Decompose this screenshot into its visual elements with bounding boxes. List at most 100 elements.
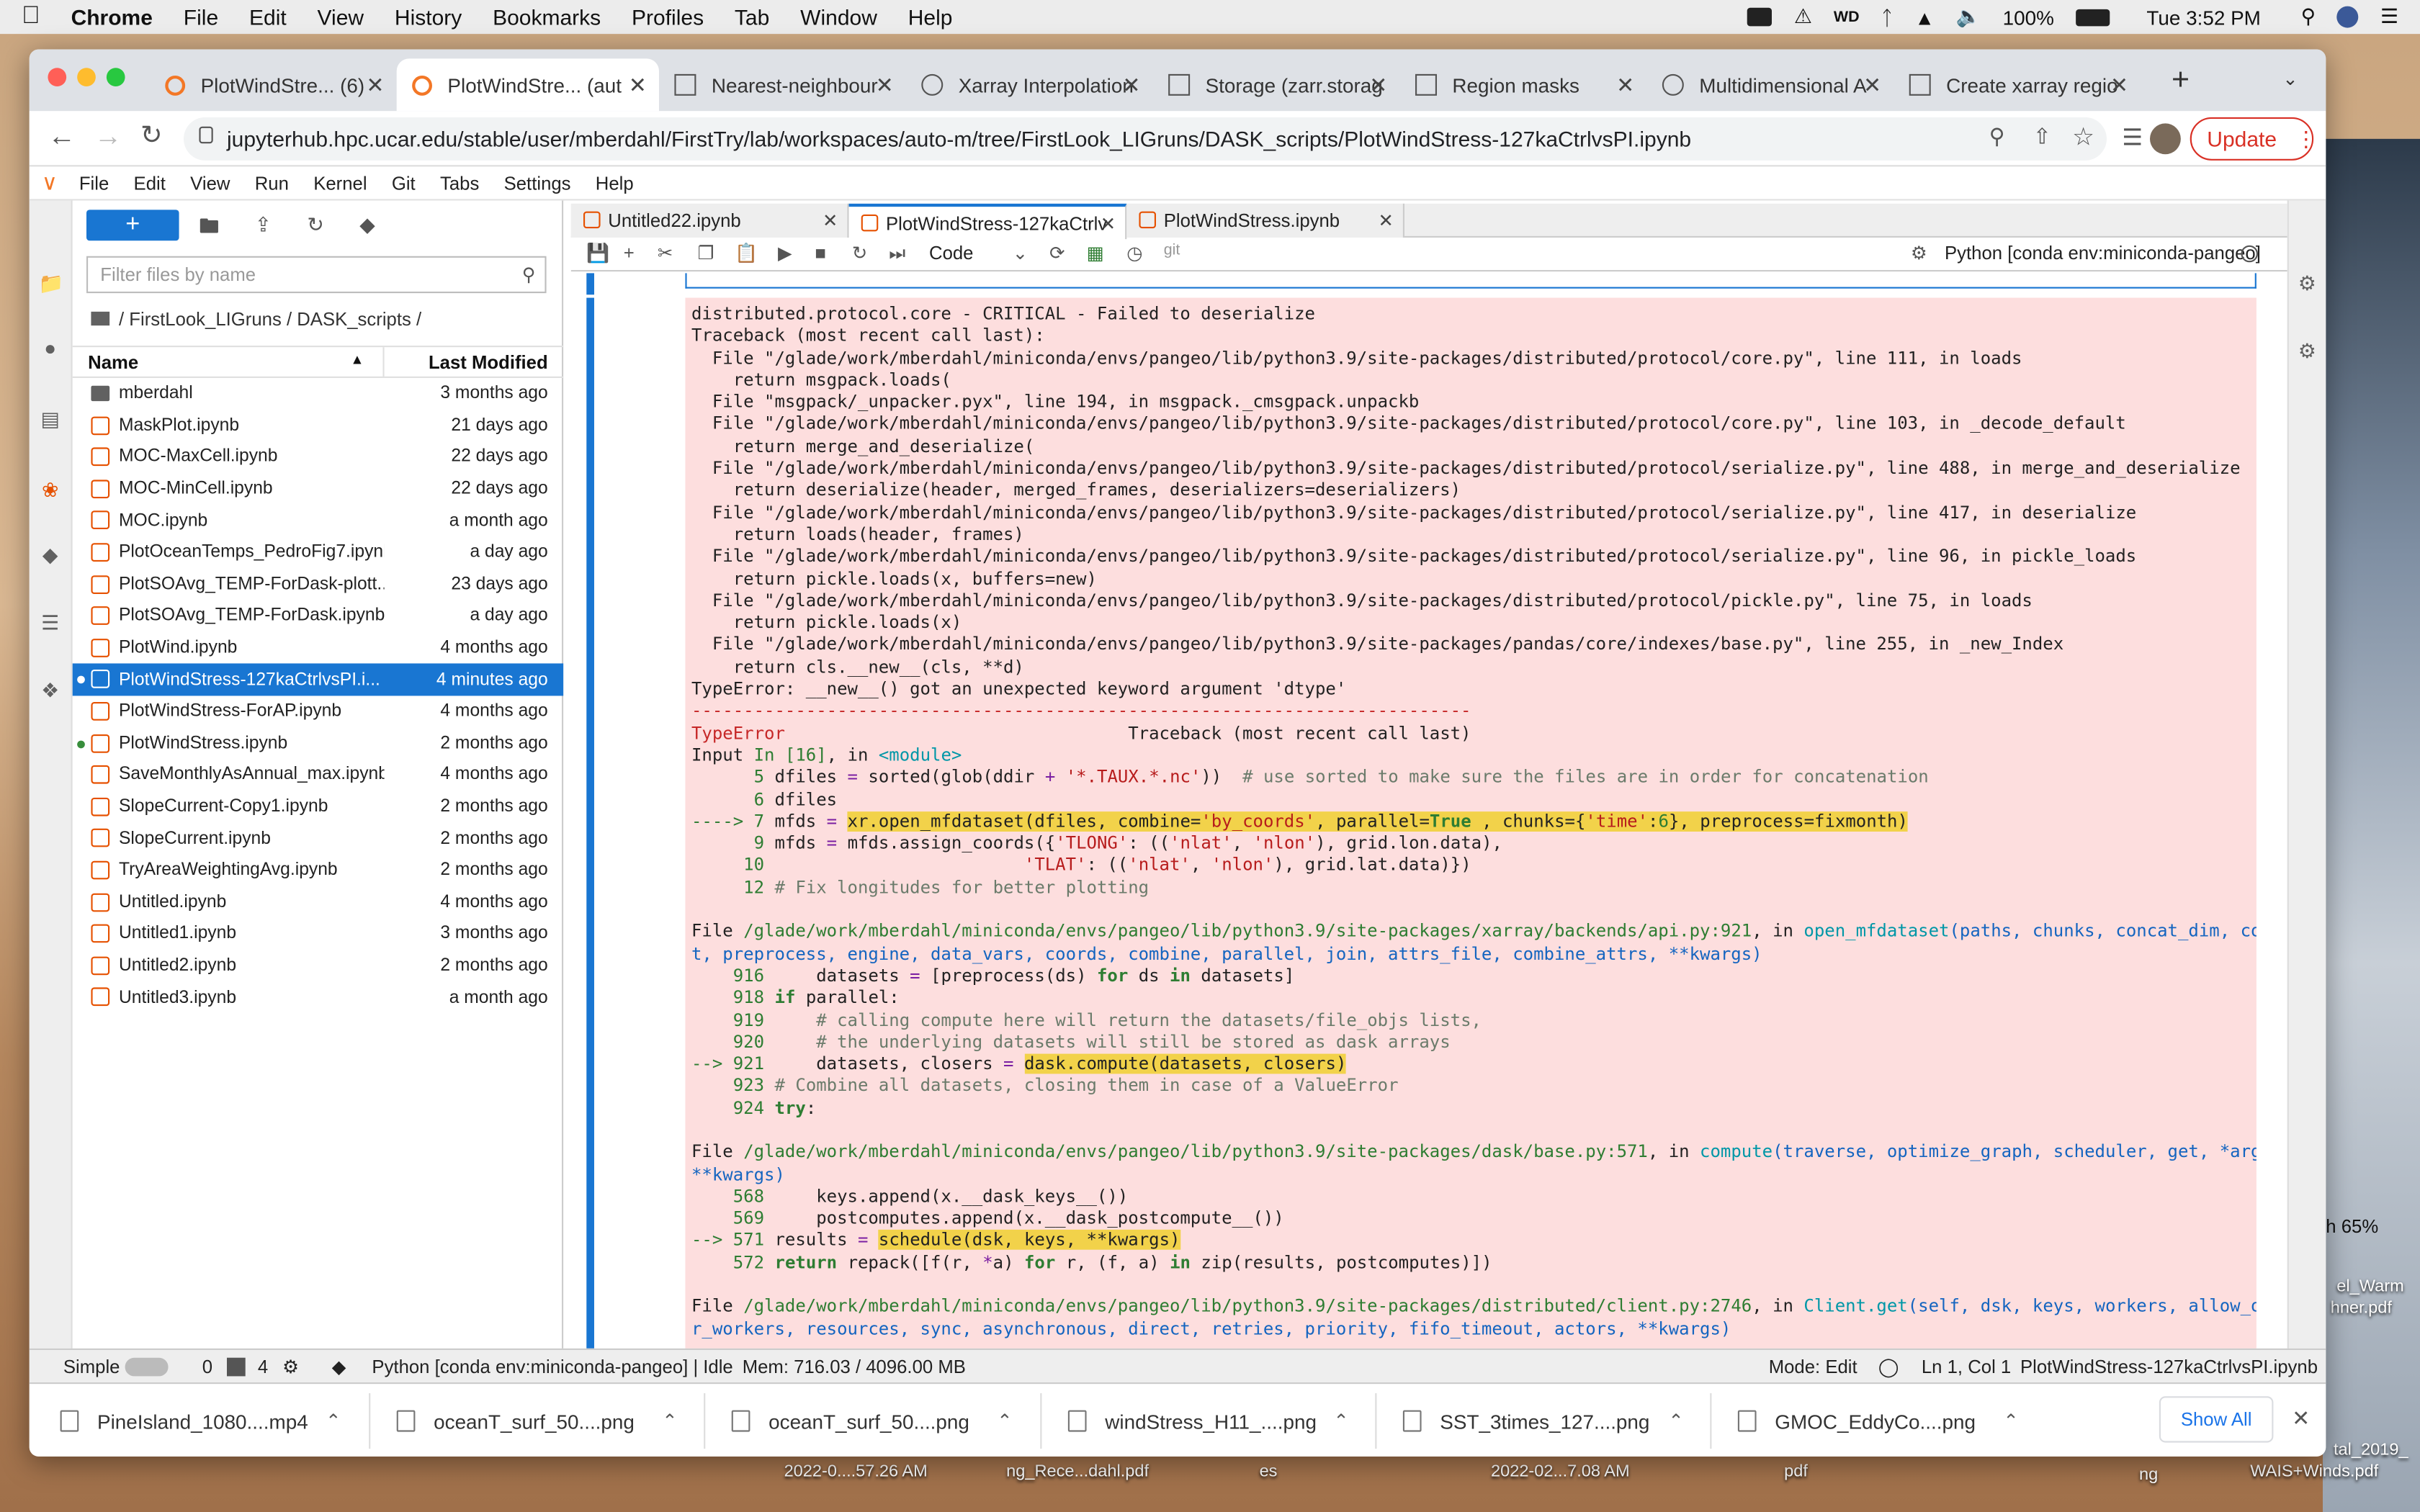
desktop-label[interactable]: ng — [2139, 1466, 2158, 1485]
desktop-label[interactable]: h 65% — [2326, 1216, 2378, 1238]
url-field[interactable]: jupyterhub.hpc.ucar.edu/stable/user/mber… — [183, 117, 2107, 161]
desktop-label[interactable]: hner.pdf — [2331, 1299, 2392, 1318]
new-launcher-button[interactable]: + — [86, 210, 179, 241]
modified-column-header[interactable]: Last Modified — [429, 352, 548, 374]
file-row[interactable]: SaveMonthlyAsAnnual_max.ipynb 4 months ag… — [73, 760, 563, 791]
file-row[interactable]: SlopeCurrent.ipynb 2 months ago — [73, 823, 563, 855]
folder-row[interactable]: mberdahl 3 months ago — [73, 378, 563, 410]
desktop-label[interactable]: WAIS+Winds.pdf — [2250, 1462, 2378, 1481]
file-row[interactable]: PlotOceanTemps_PedroFig7.ipynb a day ago — [73, 537, 563, 569]
cut-icon[interactable]: ✂ — [658, 242, 673, 264]
menu-window[interactable]: Window — [800, 4, 877, 29]
jmenu-run[interactable]: Run — [255, 172, 289, 194]
git-icon[interactable]: ◆ — [332, 1356, 346, 1378]
file-row[interactable]: Untitled2.ipynb 2 months ago — [73, 950, 563, 982]
cell-type-select[interactable]: Code — [929, 242, 973, 264]
file-row[interactable]: PlotWindStress.ipynb 2 months ago — [73, 728, 563, 760]
search-icon[interactable]: ⚲ — [1989, 123, 2005, 149]
browser-tab[interactable]: PlotWindStre... (6) ✕ — [150, 58, 397, 111]
jmenu-file[interactable]: File — [79, 172, 109, 194]
simple-mode-toggle[interactable] — [125, 1357, 169, 1377]
close-icon[interactable]: ✕ — [1616, 72, 1634, 98]
desktop-label[interactable]: 2022-02...7.08 AM — [1491, 1462, 1630, 1481]
copy-icon[interactable]: ❐ — [698, 242, 714, 264]
chevron-up-icon[interactable]: ⌃ — [1668, 1410, 1684, 1432]
git-clone-icon[interactable]: ◆ — [359, 213, 375, 238]
kernel-icon[interactable]: ⚙ — [282, 1356, 299, 1378]
file-row[interactable]: MaskPlot.ipynb 21 days ago — [73, 410, 563, 441]
property-inspector-icon[interactable]: ⚙ — [2298, 271, 2316, 296]
active-cell-bar[interactable] — [586, 273, 594, 295]
output-collapser[interactable] — [586, 297, 594, 1349]
reading-list-icon[interactable]: ☰ — [2122, 123, 2143, 151]
close-icon[interactable]: ✕ — [1378, 210, 1394, 231]
menu-tab[interactable]: Tab — [735, 4, 769, 29]
extension-icon[interactable]: ❖ — [39, 679, 62, 702]
control-center-icon[interactable]: ☰ — [2380, 4, 2398, 29]
git-label[interactable]: git — [1164, 242, 1180, 259]
clock[interactable]: Tue 3:52 PM — [2146, 6, 2260, 29]
user-icon[interactable] — [2337, 6, 2360, 28]
file-row[interactable]: MOC.ipynb a month ago — [73, 505, 563, 537]
upload-icon[interactable]: ⇪ — [255, 213, 272, 238]
file-row[interactable]: MOC-MaxCell.ipynb 22 days ago — [73, 441, 563, 473]
download-item[interactable]: PineIsland_1080....mp4 ⌃ — [60, 1403, 369, 1439]
browser-tab[interactable]: Nearest-neighbour ✕ — [659, 58, 906, 111]
battery-icon[interactable] — [2075, 8, 2110, 26]
volume-icon[interactable]: 🔈 — [1956, 4, 1981, 29]
notebook-tab[interactable]: PlotWindStress.ipynb ✕ — [1126, 203, 1404, 238]
wifi-icon[interactable]: ▲ — [1914, 6, 1935, 29]
chevron-up-icon[interactable]: ⌃ — [997, 1410, 1013, 1432]
bluetooth-icon[interactable]: ᛏ — [1881, 6, 1894, 29]
more-icon[interactable]: ⋮ — [2295, 126, 2317, 152]
close-icon[interactable]: ✕ — [823, 210, 838, 231]
browser-tab[interactable]: Multidimensional A ✕ — [1646, 58, 1894, 111]
name-column-header[interactable]: Name — [88, 352, 138, 374]
breadcrumb[interactable]: / FirstLook_LIGruns / DASK_scripts / — [91, 309, 421, 330]
apple-icon[interactable]:  — [22, 4, 50, 29]
browser-tab[interactable]: Region masks ✕ — [1400, 58, 1647, 111]
zoom-icon[interactable] — [1747, 7, 1773, 27]
close-icon[interactable]: ✕ — [1101, 212, 1116, 234]
browser-tab[interactable]: Storage (zarr.storag ✕ — [1153, 58, 1400, 111]
profile-avatar[interactable] — [2150, 123, 2181, 155]
file-row[interactable]: PlotSOAvg_TEMP-ForDask.ipynb a day ago — [73, 600, 563, 632]
minimize-window-button[interactable] — [77, 68, 96, 86]
file-row[interactable]: SlopeCurrent-Copy1.ipynb 2 months ago — [73, 791, 563, 823]
desktop-label[interactable]: es — [1260, 1462, 1278, 1481]
download-item[interactable]: GMOC_EddyCo....png ⌃ — [1737, 1403, 2047, 1439]
fast-forward-icon[interactable]: ⏭ — [889, 242, 905, 265]
folder-icon[interactable]: 📁 — [39, 271, 64, 294]
close-window-button[interactable] — [48, 68, 67, 86]
file-row[interactable]: MOC-MinCell.ipynb 22 days ago — [73, 473, 563, 505]
desktop-label[interactable]: ng_Rece...dahl.pdf — [1006, 1462, 1149, 1481]
variable-inspector-icon[interactable]: ▦ — [1087, 242, 1104, 264]
file-row[interactable]: Untitled3.ipynb a month ago — [73, 982, 563, 1014]
new-tab-button[interactable]: + — [2172, 63, 2190, 99]
jmenu-edit[interactable]: Edit — [134, 172, 166, 194]
download-item[interactable]: SST_3times_127....png ⌃ — [1402, 1403, 1712, 1439]
clock-icon[interactable]: ◷ — [1126, 242, 1142, 264]
wd-icon[interactable]: WD — [1834, 9, 1860, 26]
desktop-label[interactable]: tal_2019_ — [2334, 1441, 2408, 1459]
menu-help[interactable]: Help — [908, 4, 953, 29]
code-cell-editor[interactable] — [685, 273, 2257, 289]
jmenu-kernel[interactable]: Kernel — [313, 172, 367, 194]
update-button[interactable]: Update ⋮ — [2190, 117, 2317, 161]
bookmark-star-icon[interactable]: ☆ — [2072, 122, 2094, 153]
jmenu-view[interactable]: View — [190, 172, 230, 194]
menu-bookmarks[interactable]: Bookmarks — [493, 4, 601, 29]
chevron-up-icon[interactable]: ⌃ — [326, 1410, 341, 1432]
cursor-position[interactable]: Ln 1, Col 1 — [1922, 1356, 2011, 1378]
chevron-down-icon[interactable]: ⌄ — [1013, 242, 1028, 264]
notebook-tab[interactable]: Untitled22.ipynb ✕ — [570, 203, 849, 238]
lock-icon[interactable] — [199, 126, 213, 144]
chevron-up-icon[interactable]: ⌃ — [662, 1410, 678, 1432]
close-icon[interactable]: ✕ — [366, 72, 384, 98]
forward-icon[interactable]: → — [94, 120, 122, 153]
file-row[interactable]: TryAreaWeightingAvg.ipynb 2 months ago — [73, 855, 563, 886]
close-icon[interactable]: ✕ — [629, 72, 647, 98]
dask-icon[interactable]: ❀ — [39, 478, 62, 501]
close-icon[interactable]: ✕ — [876, 72, 894, 98]
git-icon[interactable]: ◆ — [39, 543, 62, 566]
